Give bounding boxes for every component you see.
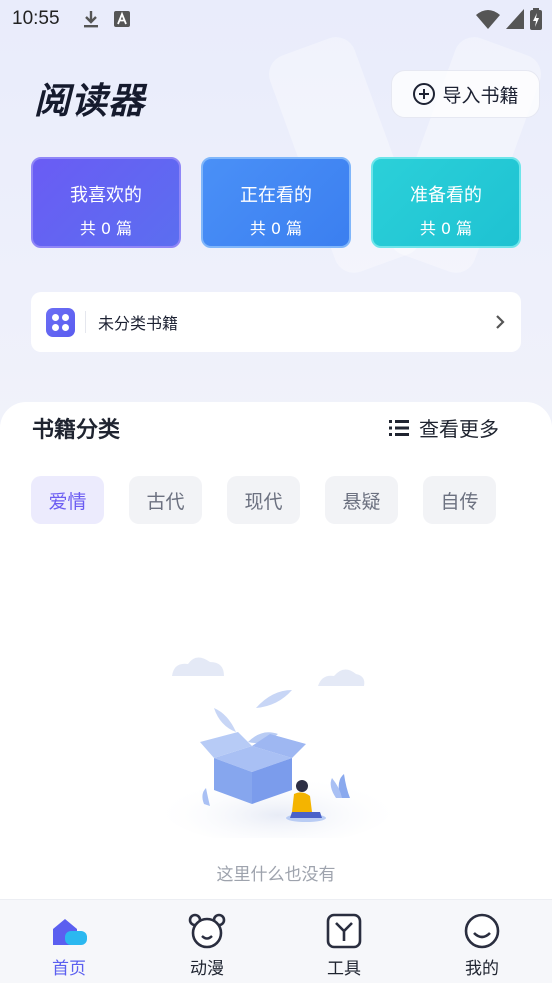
app-notification-icon xyxy=(113,11,130,27)
home-icon xyxy=(53,919,87,945)
tab-anime[interactable]: 动漫 xyxy=(147,900,267,983)
list-icon xyxy=(389,419,409,436)
smile-face-icon xyxy=(464,913,500,949)
import-books-button[interactable]: 导入书籍 xyxy=(391,70,540,118)
reading-status-cards: 我喜欢的 共 0 篇 正在看的 共 0 篇 准备看的 共 0 篇 xyxy=(31,157,521,248)
favorites-card[interactable]: 我喜欢的 共 0 篇 xyxy=(31,157,181,248)
status-bar: 10:55 xyxy=(0,0,552,38)
reading-card-title: 正在看的 xyxy=(240,185,312,206)
tab-home-label: 首页 xyxy=(52,959,86,979)
tools-box-icon xyxy=(326,913,362,949)
tab-home[interactable]: 首页 xyxy=(9,900,129,983)
categories-title: 书籍分类 xyxy=(32,418,121,443)
divider xyxy=(85,311,86,333)
planned-card-title: 准备看的 xyxy=(410,185,482,206)
grid-apps-icon xyxy=(46,307,75,337)
favorites-card-title: 我喜欢的 xyxy=(70,185,142,206)
tab-tools[interactable]: 工具 xyxy=(284,900,404,983)
tag-romance[interactable]: 爱情 xyxy=(31,476,104,524)
signal-icon xyxy=(506,9,524,29)
tab-tools-label: 工具 xyxy=(327,959,361,979)
uncategorized-books-label: 未分类书籍 xyxy=(98,314,179,333)
bottom-tab-bar: 首页 动漫 工具 我的 xyxy=(0,899,552,983)
status-time: 10:55 xyxy=(12,8,60,29)
app-title: 阅读器 xyxy=(34,81,146,122)
empty-state-message: 这里什么也没有 xyxy=(216,865,336,885)
planned-card[interactable]: 准备看的 共 0 篇 xyxy=(371,157,521,248)
import-books-label: 导入书籍 xyxy=(442,84,519,107)
tab-mine[interactable]: 我的 xyxy=(422,900,542,983)
reading-card-count: 共 0 篇 xyxy=(249,219,303,238)
tab-anime-label: 动漫 xyxy=(190,959,224,979)
empty-box-illustration xyxy=(163,657,393,838)
tag-autobiography[interactable]: 自传 xyxy=(423,476,496,524)
tag-modern[interactable]: 现代 xyxy=(227,476,300,524)
background-decoration xyxy=(269,37,541,273)
tag-mystery[interactable]: 悬疑 xyxy=(325,476,398,524)
battery-icon xyxy=(530,8,542,30)
tab-mine-label: 我的 xyxy=(465,959,499,979)
bear-face-icon xyxy=(188,913,226,949)
download-icon xyxy=(83,11,98,28)
add-circle-icon xyxy=(413,83,436,105)
tag-ancient[interactable]: 古代 xyxy=(129,476,202,524)
view-more-label: 查看更多 xyxy=(419,417,499,441)
favorites-card-count: 共 0 篇 xyxy=(79,219,133,238)
planned-card-count: 共 0 篇 xyxy=(419,219,473,238)
view-more-button[interactable]: 查看更多 xyxy=(389,413,499,442)
chevron-right-icon xyxy=(496,315,505,329)
wifi-icon xyxy=(476,10,500,29)
uncategorized-books-row[interactable]: 未分类书籍 xyxy=(31,292,521,352)
reading-card[interactable]: 正在看的 共 0 篇 xyxy=(201,157,351,248)
